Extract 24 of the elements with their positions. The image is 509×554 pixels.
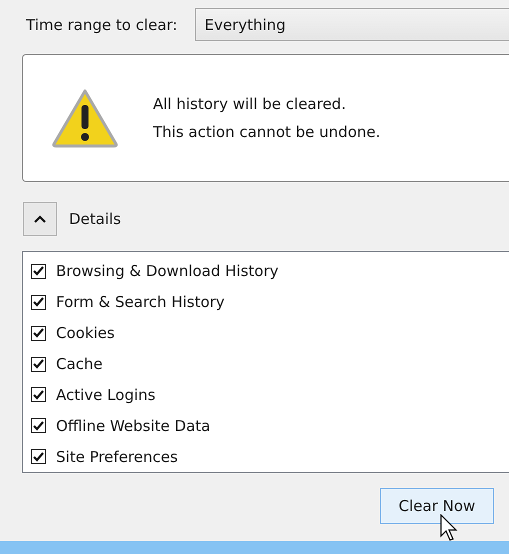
checkbox-label: Cookies xyxy=(56,324,115,342)
warning-text: All history will be cleared. xyxy=(153,95,347,113)
mouse-cursor-icon xyxy=(440,514,458,542)
time-range-dropdown[interactable]: Everything xyxy=(195,8,509,41)
checkbox-label: Cache xyxy=(56,355,103,373)
checkbox-label: Site Preferences xyxy=(56,448,178,466)
warning-text: This action cannot be undone. xyxy=(153,123,380,141)
warning-icon xyxy=(51,88,119,148)
details-label: Details xyxy=(69,210,122,228)
checkbox-label: Browsing & Download History xyxy=(56,262,279,280)
checkbox[interactable] xyxy=(31,418,46,434)
checkbox[interactable] xyxy=(31,294,46,310)
checkbox[interactable] xyxy=(31,387,46,402)
caret-icon xyxy=(34,215,46,223)
checkbox[interactable] xyxy=(31,449,46,464)
checkbox[interactable] xyxy=(31,264,46,279)
time-range-label: Time range to clear: xyxy=(26,16,178,34)
clear-now-button[interactable]: Clear Now xyxy=(380,488,494,524)
checkbox-label: Offline Website Data xyxy=(56,416,210,435)
checkbox-label: Form & Search History xyxy=(56,293,225,312)
checkbox-label: Active Logins xyxy=(56,386,156,404)
checkbox[interactable] xyxy=(31,326,46,341)
details-toggle[interactable] xyxy=(23,202,57,236)
checkbox[interactable] xyxy=(31,356,46,372)
